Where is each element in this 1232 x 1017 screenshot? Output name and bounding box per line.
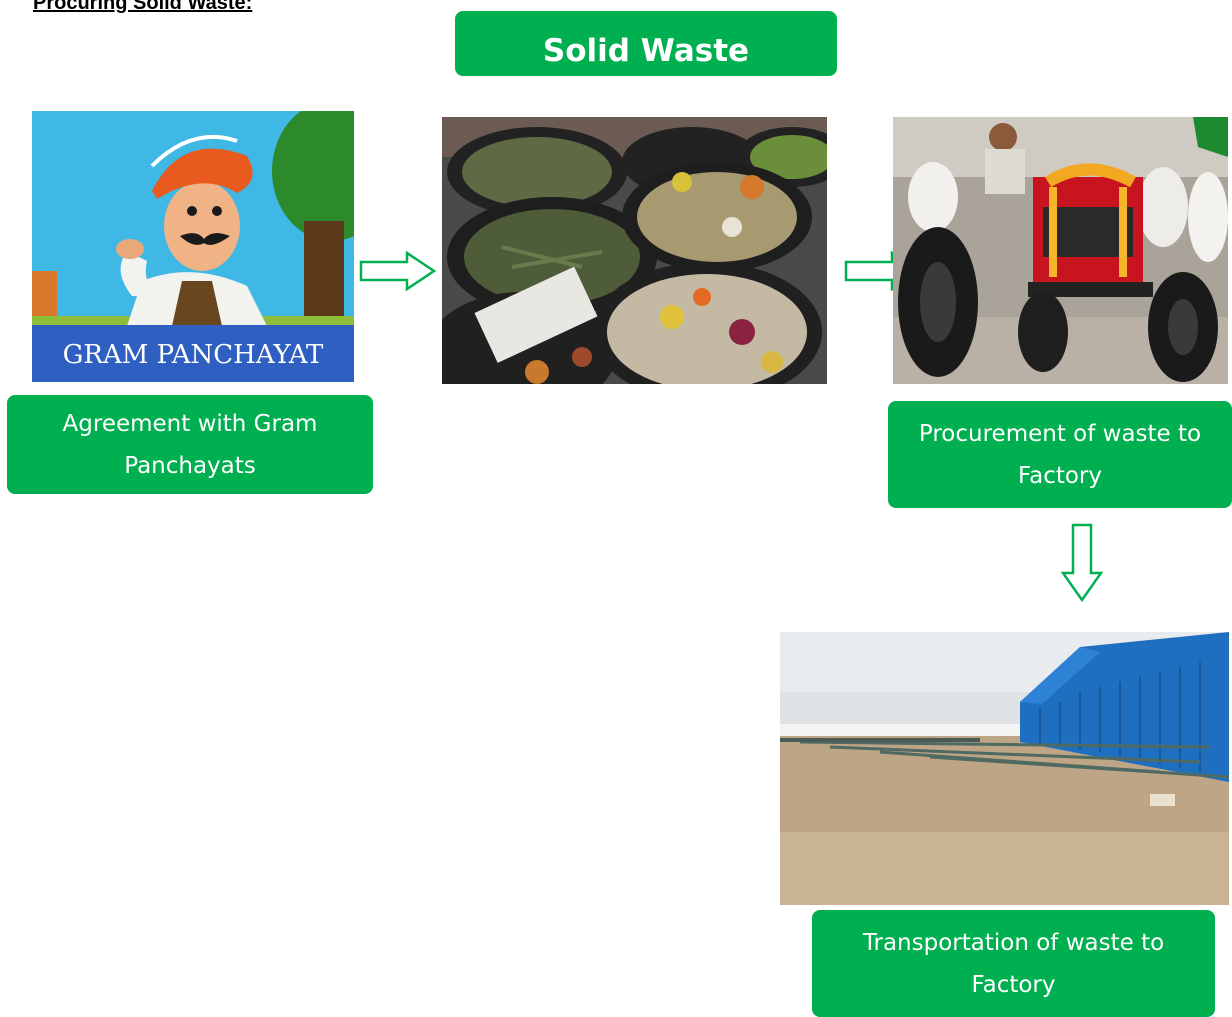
waste-bins-image <box>442 117 827 384</box>
down-arrow-icon <box>1060 523 1104 603</box>
right-arrow-icon <box>359 250 437 292</box>
diagram-title: Solid Waste <box>455 11 837 76</box>
document-heading: Procuring Solid Waste: <box>33 0 253 14</box>
gram-panchayat-image: GRAM PANCHAYAT <box>32 111 354 382</box>
tractor-image <box>893 117 1228 384</box>
procurement-label: Procurement of waste to Factory <box>888 401 1232 508</box>
factory-yard-image <box>780 632 1229 905</box>
transportation-label: Transportation of waste to Factory <box>812 910 1215 1017</box>
agreement-label: Agreement with Gram Panchayats <box>7 395 373 494</box>
gram-panchayat-image-text: GRAM PANCHAYAT <box>63 340 324 370</box>
